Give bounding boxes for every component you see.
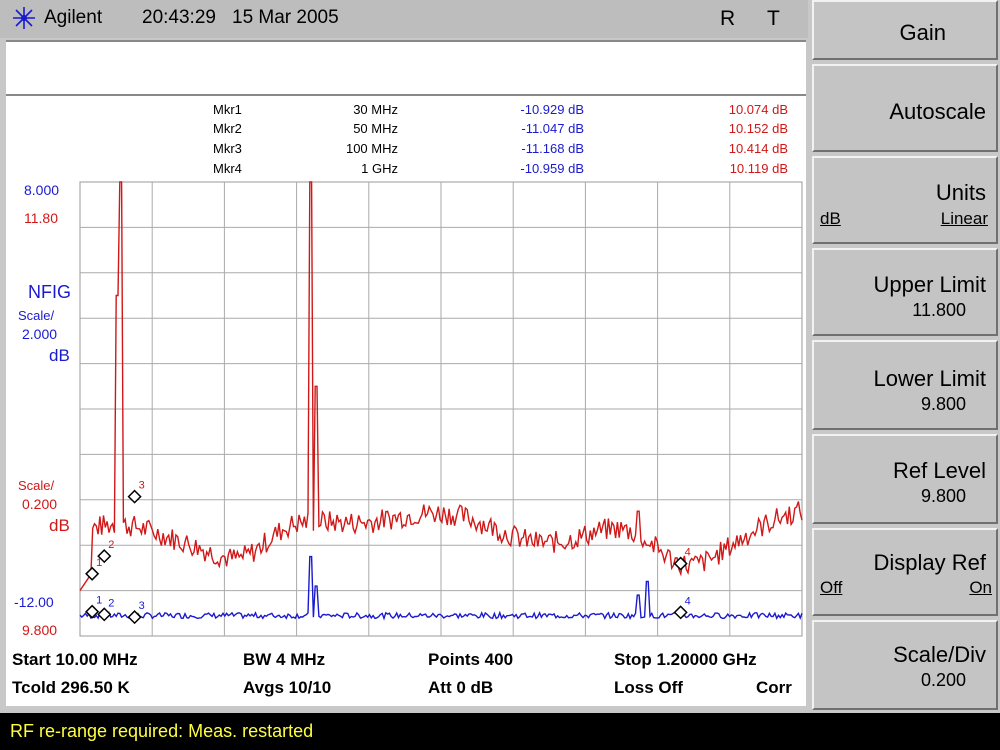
correction-indicator: Corr (756, 678, 792, 697)
loss-compensation: Loss Off (614, 678, 683, 697)
display-ref-button[interactable]: Display Ref Off On (812, 528, 998, 616)
marker-3-nf-number: 3 (139, 600, 145, 612)
menu-title-label: Gain (899, 20, 946, 45)
clock-date: 15 Mar 2005 (232, 7, 339, 28)
lower-limit-value: 9.800 (920, 394, 966, 414)
bandwidth: BW 4 MHz (243, 650, 326, 669)
display-ref-option-on: On (969, 578, 992, 597)
marker-3-gain-number: 3 (139, 480, 145, 492)
units-button[interactable]: Units dB Linear (812, 156, 998, 244)
marker-3-nf-diamond (127, 610, 142, 625)
marker-4-nf-number: 4 (685, 595, 691, 607)
scale-div-value: 0.200 (920, 670, 966, 690)
marker-4-gain-number: 4 (685, 547, 691, 559)
message-area (6, 40, 806, 96)
units-option-db: dB (820, 209, 841, 228)
trigger-indicator: T (767, 7, 780, 30)
agilent-logo-icon (13, 7, 35, 29)
tcold-value: Tcold 296.50 K (12, 678, 130, 697)
trace-plot: 11223344 (79, 181, 803, 637)
display-ref-option-off: Off (820, 578, 843, 597)
upper-limit-label: Upper Limit (873, 272, 986, 297)
lower-limit-label: Lower Limit (873, 366, 986, 391)
graticule (79, 181, 803, 637)
autoscale-label: Autoscale (889, 99, 986, 124)
marker-symbols: 11223344 (85, 480, 691, 625)
status-message: RF re-range required: Meas. restarted (10, 721, 314, 741)
autoscale-button[interactable]: Autoscale (812, 64, 998, 152)
softkey-menu: Gain Autoscale Units dB Linear Upper Lim… (812, 0, 1000, 712)
units-option-linear: Linear (940, 209, 988, 228)
scale-div-label: Scale/Div (893, 642, 986, 667)
points: Points 400 (428, 650, 514, 669)
upper-limit-value: 11.800 (912, 300, 966, 320)
measurement-display: Mkr1 30 MHz -10.929 dB 10.074 dB Mkr2 50… (6, 96, 806, 706)
menu-title-gain: Gain (812, 0, 998, 60)
brand-name: Agilent (44, 7, 103, 28)
ref-level-value: 9.800 (920, 486, 966, 506)
upper-limit-button[interactable]: Upper Limit 11.800 (812, 248, 998, 336)
status-bar: RF re-range required: Meas. restarted (0, 713, 1000, 750)
marker-2-nf-diamond (97, 607, 112, 622)
marker-3-gain-diamond (127, 489, 142, 504)
units-label: Units (935, 180, 986, 205)
attenuation: Att 0 dB (428, 678, 494, 697)
clock-time: 20:43:29 (142, 7, 216, 28)
display-ref-label: Display Ref (873, 550, 986, 575)
ref-level-button[interactable]: Ref Level 9.800 (812, 434, 998, 524)
lower-limit-button[interactable]: Lower Limit 9.800 (812, 340, 998, 430)
ref-level-label: Ref Level (893, 458, 986, 483)
title-bar: Agilent 20:43:29 15 Mar 2005 R T (0, 0, 808, 38)
averages: Avgs 10/10 (243, 678, 332, 697)
marker-1-nf-number: 1 (96, 595, 102, 607)
remote-indicator: R (720, 7, 736, 30)
scale-div-button[interactable]: Scale/Div 0.200 (812, 620, 998, 710)
marker-2-gain-number: 2 (108, 539, 114, 551)
marker-2-nf-number: 2 (108, 597, 114, 609)
start-frequency: Start 10.00 MHz (12, 650, 138, 669)
stop-frequency: Stop 1.20000 GHz (614, 650, 757, 669)
